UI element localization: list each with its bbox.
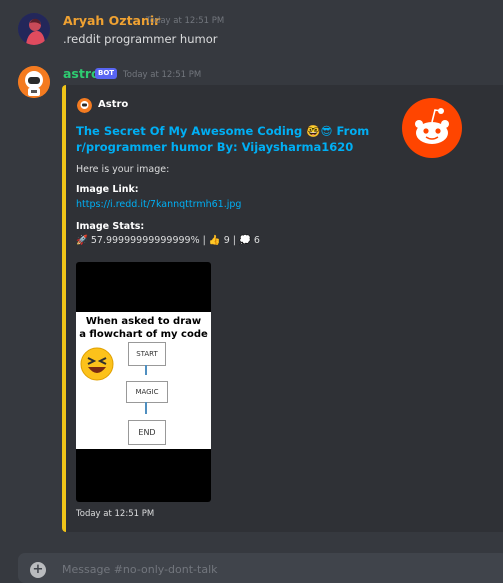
flowchart-magic-box: MAGIC — [126, 381, 168, 403]
flowchart-arrow — [145, 365, 147, 375]
embed-accent-bar — [62, 85, 66, 532]
bot-avatar[interactable] — [18, 66, 50, 98]
embed-description: Here is your image: — [76, 164, 170, 175]
message-input-placeholder: Message #no-only-dont-talk — [62, 563, 218, 576]
message-timestamp: Today at 12:51 PM — [146, 16, 225, 26]
flowchart-arrow — [145, 402, 147, 414]
user-avatar-image — [18, 13, 50, 45]
flowchart-end-box: END — [128, 420, 166, 445]
reddit-logo-icon[interactable] — [402, 98, 462, 158]
field-image-link-label: Image Link: — [76, 184, 139, 195]
meme-caption-line1: When asked to draw — [85, 316, 202, 327]
user-avatar[interactable] — [18, 13, 50, 45]
message-timestamp: Today at 12:51 PM — [123, 70, 202, 80]
embed-author-name[interactable]: Astro — [98, 99, 128, 110]
message-input[interactable]: + Message #no-only-dont-talk — [18, 553, 503, 583]
laughing-emoji-icon — [80, 347, 114, 381]
astronaut-icon — [18, 66, 50, 98]
meme-caption-line2: a flowchart of my code — [79, 329, 208, 340]
image-stats: 🚀 57.99999999999999% | 👍 9 | 💭 6 — [76, 235, 260, 246]
meme-image[interactable]: When asked to draw a flowchart of my cod… — [76, 262, 211, 502]
embed-title-line2[interactable]: r/programmer humor By: Vijaysharma1620 — [76, 139, 353, 155]
attach-plus-icon[interactable]: + — [30, 562, 46, 578]
flowchart-start-box: START — [128, 342, 166, 366]
field-image-stats-label: Image Stats: — [76, 221, 145, 232]
embed-author-icon — [77, 98, 92, 113]
meme-panel: When asked to draw a flowchart of my cod… — [76, 312, 211, 449]
bot-badge: BOT — [95, 68, 118, 79]
embed-title-line1[interactable]: The Secret Of My Awesome Coding 🤓😎 From — [76, 123, 369, 139]
message-text: .reddit programmer humor — [63, 32, 218, 46]
embed-footer-timestamp: Today at 12:51 PM — [76, 509, 155, 519]
image-link[interactable]: https://i.redd.it/7kannqttrmh61.jpg — [76, 199, 241, 210]
reddit-embed: Astro The Secret Of My Awesome Coding 🤓😎… — [62, 85, 503, 532]
